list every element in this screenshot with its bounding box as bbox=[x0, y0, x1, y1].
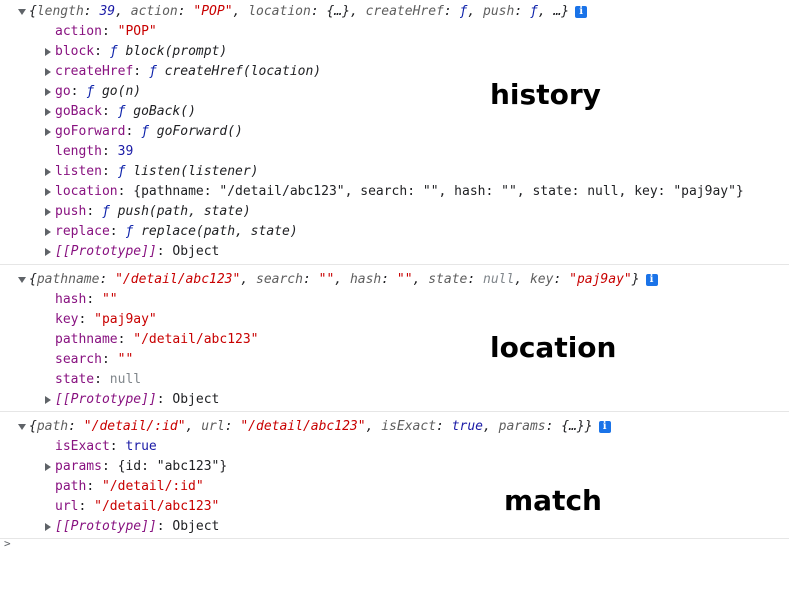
collapse-triangle-icon[interactable] bbox=[17, 270, 27, 290]
expand-triangle-icon[interactable] bbox=[43, 162, 53, 182]
location-summary-row[interactable]: {pathname: "/detail/abc123", search: "",… bbox=[0, 270, 720, 290]
expand-triangle-icon[interactable] bbox=[43, 42, 53, 62]
expand-triangle-icon[interactable] bbox=[43, 182, 53, 202]
expand-triangle-icon[interactable] bbox=[43, 122, 53, 142]
match-prop-prototype[interactable]: [[Prototype]]: Object bbox=[0, 517, 219, 537]
expand-triangle-icon[interactable] bbox=[43, 102, 53, 122]
location-prop-prototype[interactable]: [[Prototype]]: Object bbox=[0, 390, 219, 410]
location-prop-hash: hash: "" bbox=[55, 292, 118, 307]
match-summary-row[interactable]: {path: "/detail/:id", url: "/detail/abc1… bbox=[0, 417, 680, 437]
info-icon[interactable]: i bbox=[645, 274, 658, 286]
history-annotation-label: history bbox=[490, 78, 601, 111]
expand-triangle-icon[interactable] bbox=[43, 202, 53, 222]
location-prop-search: search: "" bbox=[55, 352, 134, 367]
expand-triangle-icon[interactable] bbox=[43, 457, 53, 477]
expand-triangle-icon[interactable] bbox=[43, 222, 53, 242]
history-prop-go[interactable]: go: ƒ go(n) bbox=[0, 82, 141, 102]
location-annotation-label: location bbox=[490, 331, 617, 364]
expand-triangle-icon[interactable] bbox=[43, 517, 53, 537]
match-prop-path: path: "/detail/:id" bbox=[55, 479, 204, 494]
history-prop-action: action: "POP" bbox=[55, 24, 157, 39]
history-prop-createhref[interactable]: createHref: ƒ createHref(location) bbox=[0, 62, 321, 82]
history-summary-row[interactable]: {length: 39, action: "POP", location: {…… bbox=[0, 2, 640, 22]
match-annotation-label: match bbox=[504, 484, 602, 517]
console-prompt-caret[interactable]: > bbox=[4, 538, 14, 549]
history-prop-length: length: 39 bbox=[55, 144, 134, 159]
expand-triangle-icon[interactable] bbox=[43, 82, 53, 102]
history-prop-block[interactable]: block: ƒ block(prompt) bbox=[0, 42, 227, 62]
location-object-group: {pathname: "/detail/abc123", search: "",… bbox=[0, 265, 789, 412]
location-prop-state: state: null bbox=[55, 372, 142, 387]
info-icon[interactable]: i bbox=[598, 421, 611, 433]
location-prop-pathname: pathname: "/detail/abc123" bbox=[55, 332, 259, 347]
history-prop-goback[interactable]: goBack: ƒ goBack() bbox=[0, 102, 196, 122]
expand-triangle-icon[interactable] bbox=[43, 62, 53, 82]
history-prop-location[interactable]: location: {pathname: "/detail/abc123", s… bbox=[0, 182, 744, 202]
location-prop-key: key: "paj9ay" bbox=[55, 312, 157, 327]
history-prop-replace[interactable]: replace: ƒ replace(path, state) bbox=[0, 222, 298, 242]
match-prop-url: url: "/detail/abc123" bbox=[55, 499, 220, 514]
match-object-group: {path: "/detail/:id", url: "/detail/abc1… bbox=[0, 412, 789, 539]
info-icon[interactable]: i bbox=[575, 6, 588, 18]
collapse-triangle-icon[interactable] bbox=[17, 2, 27, 22]
history-prop-listen[interactable]: listen: ƒ listen(listener) bbox=[0, 162, 259, 182]
collapse-triangle-icon[interactable] bbox=[17, 417, 27, 437]
history-prop-push[interactable]: push: ƒ push(path, state) bbox=[0, 202, 251, 222]
match-prop-params[interactable]: params: {id: "abc123"} bbox=[0, 457, 227, 477]
match-prop-isexact: isExact: true bbox=[55, 439, 157, 454]
history-prop-prototype[interactable]: [[Prototype]]: Object bbox=[0, 242, 219, 262]
history-prop-goforward[interactable]: goForward: ƒ goForward() bbox=[0, 122, 243, 142]
expand-triangle-icon[interactable] bbox=[43, 390, 53, 410]
expand-triangle-icon[interactable] bbox=[43, 242, 53, 262]
history-object-group: {length: 39, action: "POP", location: {…… bbox=[0, 0, 789, 265]
